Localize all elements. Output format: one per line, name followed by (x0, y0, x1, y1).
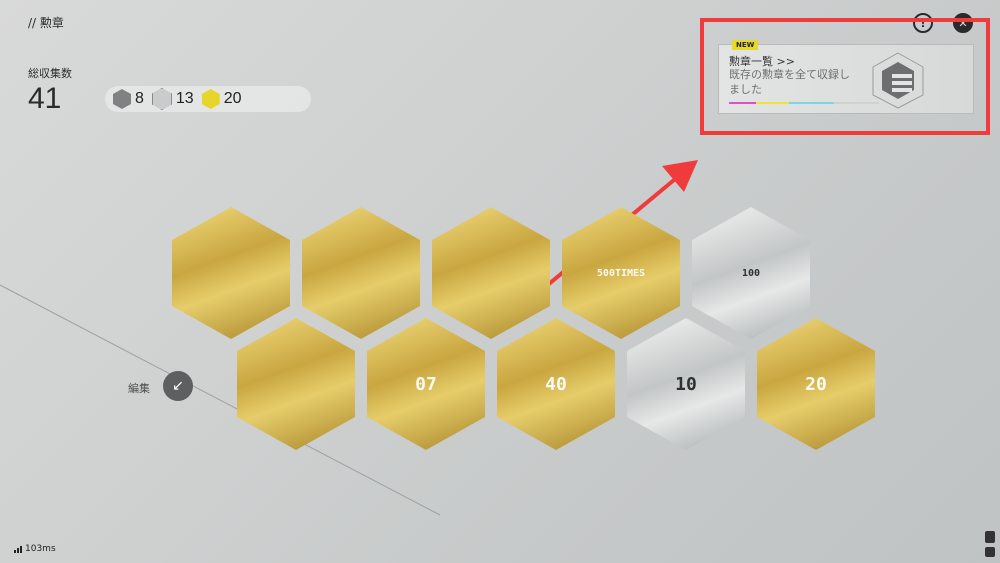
edit-button[interactable]: ↙ (163, 371, 193, 401)
edit-label: 編集 (128, 382, 150, 395)
notification-body: 既存の勲章を全て収録しました (729, 68, 850, 96)
medal-9-emblem: 10 (675, 373, 697, 395)
bronze-count: 8 (113, 89, 144, 109)
medal-list-icon (868, 50, 928, 110)
medal-7[interactable]: 07 (367, 318, 485, 450)
ping-value: 103ms (25, 544, 56, 554)
medal-4-emblem: 500TIMES (596, 267, 646, 279)
medal-9[interactable]: 10 (627, 318, 745, 450)
medal-3-emblem (444, 220, 538, 326)
medal-5[interactable]: 100 (692, 207, 810, 339)
medal-2[interactable] (302, 207, 420, 339)
medal-1-emblem (184, 220, 278, 326)
notification-color-bar (729, 102, 879, 104)
gold-count: 20 (201, 89, 242, 109)
silver-count: 13 (151, 88, 194, 110)
edit-icon: ↙ (172, 378, 184, 394)
total-count: 41 (28, 82, 62, 115)
silver-medal-icon (151, 88, 172, 110)
bronze-medal-icon (113, 89, 131, 109)
medal-8-emblem: 40 (545, 373, 567, 395)
medal-10[interactable]: 20 (757, 318, 875, 450)
tier-counts: 8 13 20 (105, 86, 311, 112)
page-title: // 勲章 (28, 16, 64, 30)
medal-4[interactable]: 500TIMES (562, 207, 680, 339)
medal-2-emblem (314, 220, 408, 326)
medal-8[interactable]: 40 (497, 318, 615, 450)
collection-label: 総収集数 (28, 67, 72, 80)
settings-icon[interactable] (985, 547, 995, 557)
mic-icon[interactable] (985, 531, 995, 543)
medal-6-emblem (249, 331, 343, 437)
medal-6[interactable] (237, 318, 355, 450)
gold-medal-icon (201, 89, 220, 109)
medal-5-emblem: 100 (741, 267, 761, 279)
ping-status: 103ms (14, 544, 56, 554)
medal-3[interactable] (432, 207, 550, 339)
medal-10-emblem: 20 (805, 373, 827, 395)
medal-7-emblem: 07 (415, 373, 437, 395)
signal-icon (14, 545, 22, 553)
new-badge: NEW (732, 40, 759, 50)
medal-1[interactable] (172, 207, 290, 339)
